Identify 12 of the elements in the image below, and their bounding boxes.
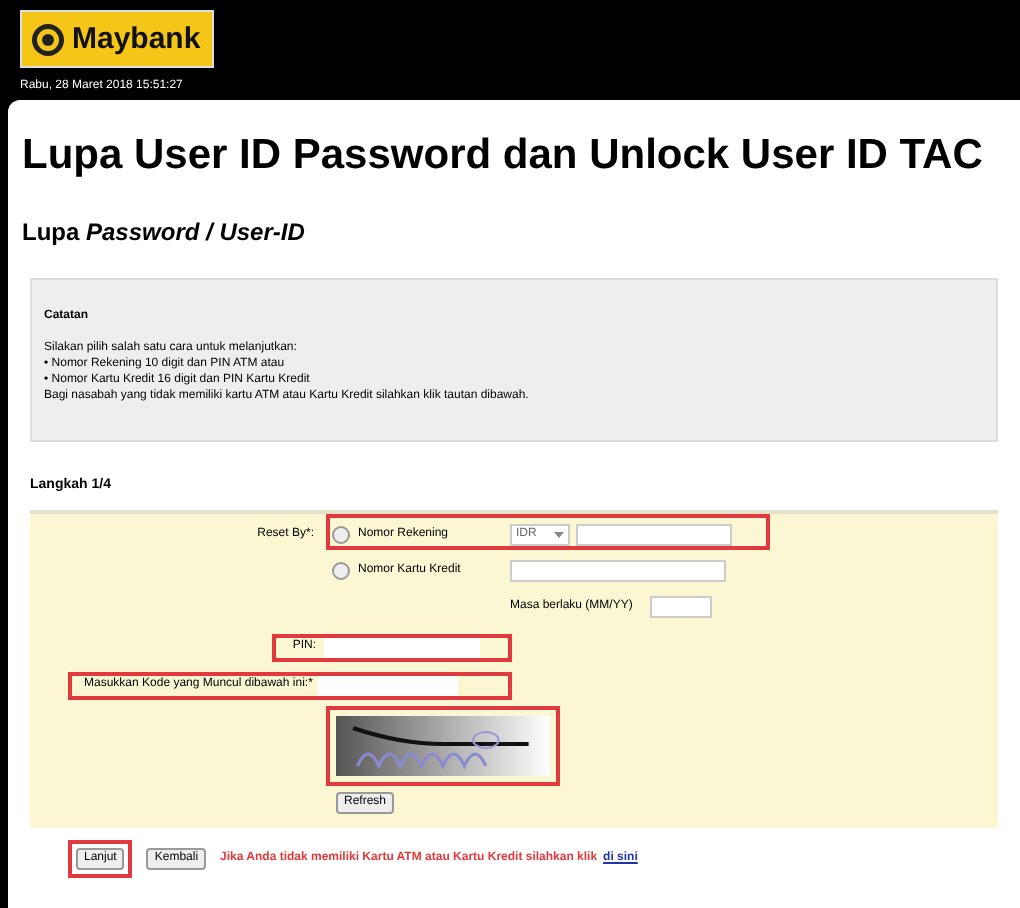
- pin-field[interactable]: [324, 637, 480, 657]
- page-title: Lupa User ID Password dan Unlock User ID TAC: [22, 134, 985, 176]
- page-subtitle: Lupa Password / User-ID: [22, 220, 307, 244]
- emblem-icon: [30, 21, 66, 57]
- caret-icon: [554, 532, 564, 538]
- card-number-field[interactable]: [510, 560, 726, 582]
- radio-button[interactable]: [332, 562, 350, 580]
- radio-button[interactable]: [332, 526, 350, 544]
- code-field[interactable]: [318, 675, 458, 695]
- account-number-field[interactable]: [576, 524, 732, 546]
- logo-text: Maybank: [72, 24, 201, 54]
- expiry-field[interactable]: [650, 596, 712, 618]
